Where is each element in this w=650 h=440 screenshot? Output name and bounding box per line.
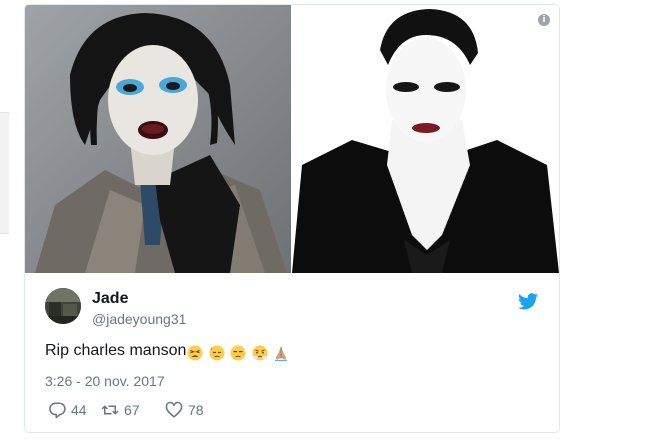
heart-icon (165, 401, 183, 418)
avatar-image (45, 288, 81, 324)
like-button[interactable]: 78 (165, 400, 204, 420)
tweet-photo-2[interactable] (292, 5, 559, 273)
photo-1-image (25, 5, 291, 273)
author-handle[interactable]: @jadeyoung31 (92, 311, 186, 327)
adjacent-panel-edge (0, 112, 9, 234)
tweet-media-grid[interactable]: i (25, 5, 559, 273)
downcast-sweat-face-emoji (209, 345, 225, 361)
tweet-timestamp[interactable]: 3:26 - 20 nov. 2017 (45, 373, 165, 389)
tweet-actions: 44 67 78 (45, 400, 345, 420)
tweet-text-body: Rip charles manson (45, 342, 187, 359)
reply-count: 44 (71, 402, 87, 418)
retweet-count: 67 (124, 402, 140, 418)
tweet-text: Rip charles manson (45, 342, 290, 363)
tired-face-emoji (187, 345, 203, 361)
tweet-photo-1[interactable] (25, 5, 291, 273)
avatar[interactable] (45, 288, 81, 324)
author-display-name[interactable]: Jade (92, 290, 128, 308)
retweet-icon (101, 405, 119, 415)
unamused-face-emoji (230, 345, 246, 361)
emoji-sequence (187, 345, 290, 363)
embedded-tweet-card[interactable]: i Jade @jadeyoung31 Rip charles manson 3… (24, 4, 560, 433)
twitter-bird-icon[interactable] (518, 293, 538, 310)
retweet-button[interactable]: 67 (101, 400, 140, 420)
folded-hands-emoji (273, 345, 289, 361)
steam-nose-face-emoji (252, 345, 268, 361)
reply-button[interactable]: 44 (48, 400, 87, 420)
like-count: 78 (188, 402, 204, 418)
reply-icon (49, 402, 66, 419)
info-circle-icon[interactable]: i (538, 14, 550, 26)
tweet-header: Jade @jadeyoung31 (25, 273, 559, 333)
photo-2-image (292, 5, 559, 273)
